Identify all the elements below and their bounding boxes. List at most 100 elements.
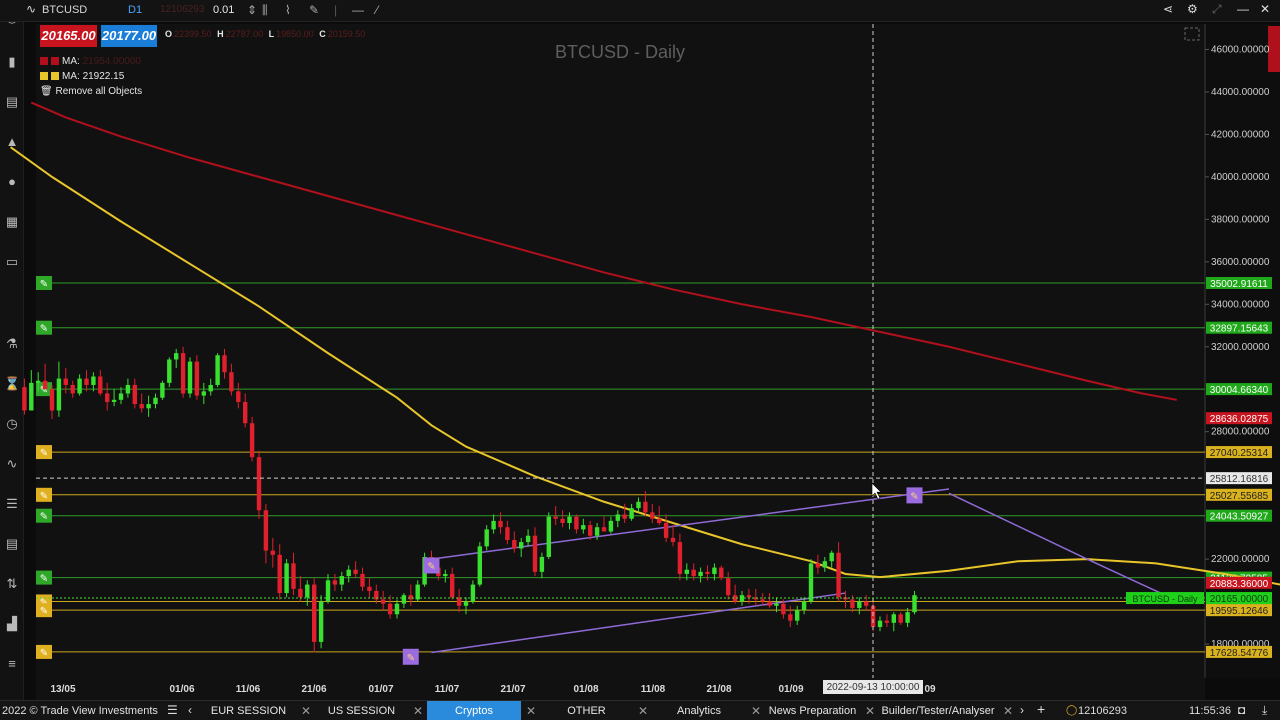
close-tab-icon[interactable]: ✕ — [301, 704, 311, 718]
candle-body — [650, 512, 655, 519]
level-handle-pencil-icon: ✎ — [40, 448, 48, 459]
candle-body — [243, 401, 248, 424]
x-tick-label: 21/08 — [706, 684, 731, 695]
candle-body — [249, 423, 255, 458]
y-tick-label: 38000.00000 — [1211, 214, 1270, 225]
ma-slow-legend[interactable]: MA: 21954.00000 — [40, 56, 141, 67]
close-tab-icon[interactable]: ✕ — [1003, 704, 1013, 718]
x-tick-label: 21/06 — [301, 684, 326, 695]
tab-us-session[interactable]: US SESSION — [315, 701, 408, 720]
candle-body — [643, 501, 648, 513]
candle-body — [63, 378, 68, 385]
x-tick-label: 11/07 — [435, 684, 460, 695]
candle-body — [201, 391, 206, 396]
candle-body — [829, 552, 834, 562]
candle-body — [353, 569, 358, 574]
candle-body — [815, 563, 821, 568]
x-tick-label: 11/06 — [236, 684, 261, 695]
candle-body — [270, 550, 275, 555]
tab-cryptos[interactable]: Cryptos — [427, 701, 521, 720]
tab-other[interactable]: OTHER — [540, 701, 633, 720]
trash-icon: 🗑 — [40, 86, 53, 97]
tab-builder-tester[interactable]: Builder/Tester/Analyser — [879, 701, 997, 720]
candle-body — [677, 542, 683, 574]
level-handle-pencil-icon: ✎ — [40, 606, 48, 617]
candle-body — [132, 384, 137, 405]
candle-body — [22, 387, 27, 411]
candle-body — [898, 614, 903, 623]
candle-body — [484, 529, 489, 547]
y-tick-label: 22000.00000 — [1211, 554, 1270, 565]
copyright: 2022 © Trade View Investments — [2, 705, 158, 717]
close-tab-icon[interactable]: ✕ — [865, 704, 875, 718]
close-tab-icon[interactable]: ✕ — [751, 704, 761, 718]
candle-body — [105, 393, 110, 402]
candle-body — [222, 355, 227, 373]
ma-fast-legend[interactable]: MA: 21922.15 — [40, 71, 124, 82]
tabs-left-icon[interactable]: ‹ — [188, 703, 192, 717]
add-tab-icon[interactable]: + — [1037, 701, 1045, 717]
candle-body — [291, 563, 296, 589]
x-tick-label: 21/07 — [500, 684, 525, 695]
candle-body — [187, 361, 193, 394]
tab-news-preparation[interactable]: News Preparation — [765, 701, 860, 720]
candle-body — [560, 518, 565, 523]
menu-icon[interactable]: ☰ — [167, 703, 178, 717]
ma-fast-swatch-2 — [51, 72, 59, 80]
candle-body — [539, 556, 545, 572]
level-price-label: 27040.25314 — [1210, 448, 1269, 459]
y-tick-label: 46000.00000 — [1211, 44, 1270, 55]
anchor-pencil-icon: ✎ — [910, 491, 918, 502]
plot-area — [36, 24, 1205, 678]
close-tab-icon[interactable]: ✕ — [638, 704, 648, 718]
candle-body — [891, 614, 896, 623]
x-tick-label: 11/08 — [641, 684, 666, 695]
x-tick-label: 09 — [924, 684, 936, 695]
download-icon[interactable]: ⤓ — [1262, 703, 1267, 718]
crosshair-time-label: 2022-09-13 10:00:00 — [827, 682, 920, 693]
tab-eur-session[interactable]: EUR SESSION — [200, 701, 297, 720]
candle-body — [691, 569, 696, 577]
tab-analytics[interactable]: Analytics — [652, 701, 746, 720]
candle-body — [298, 588, 303, 598]
candle-body — [111, 399, 117, 402]
candle-body — [277, 554, 282, 594]
candle-body — [194, 361, 200, 396]
candle-body — [636, 501, 641, 509]
candle-body — [726, 578, 731, 596]
candle-body — [905, 612, 910, 623]
remove-objects-button[interactable]: 🗑 Remove all Objects — [40, 86, 142, 97]
candle-body — [581, 525, 586, 530]
candle-body — [263, 510, 269, 551]
candle-body — [795, 610, 800, 621]
candle-body — [42, 380, 48, 390]
candle-body — [443, 573, 448, 577]
candle-body — [698, 571, 703, 577]
bid-price-label: 20165.00000 — [1210, 594, 1269, 605]
candle-body — [553, 516, 558, 519]
close-tab-icon[interactable]: ✕ — [413, 704, 423, 718]
level-handle-pencil-icon: ✎ — [40, 574, 48, 585]
candle-body — [608, 520, 614, 532]
bid-price[interactable]: 20165.00 — [40, 25, 97, 47]
candle-body — [346, 569, 351, 577]
candle-body — [788, 614, 793, 621]
ask-price[interactable]: 20177.00 — [101, 25, 157, 47]
candle-body — [774, 603, 779, 606]
candle-body — [146, 404, 151, 409]
camera-icon[interactable]: ◘ — [1238, 703, 1245, 717]
candle-body — [91, 376, 96, 385]
tabs-right-icon[interactable]: › — [1020, 703, 1024, 717]
candle-body — [822, 561, 827, 568]
candle-body — [588, 525, 593, 536]
level-price-label: 30004.66340 — [1210, 385, 1269, 396]
anchor-pencil-icon: ✎ — [407, 653, 415, 664]
candle-body — [160, 382, 165, 398]
candle-body — [808, 563, 814, 602]
candle-body — [705, 571, 710, 574]
price-chart[interactable]: 46000.00000 44000.00000 42000.00000 40000.0… — [0, 0, 1280, 700]
candle-body — [236, 391, 241, 402]
close-tab-icon[interactable]: ✕ — [526, 704, 536, 718]
ohlc-readout: O 22399.50 H 22787.00 L 19850.00 C 20159.50 — [165, 29, 366, 39]
candle-body — [174, 353, 179, 360]
